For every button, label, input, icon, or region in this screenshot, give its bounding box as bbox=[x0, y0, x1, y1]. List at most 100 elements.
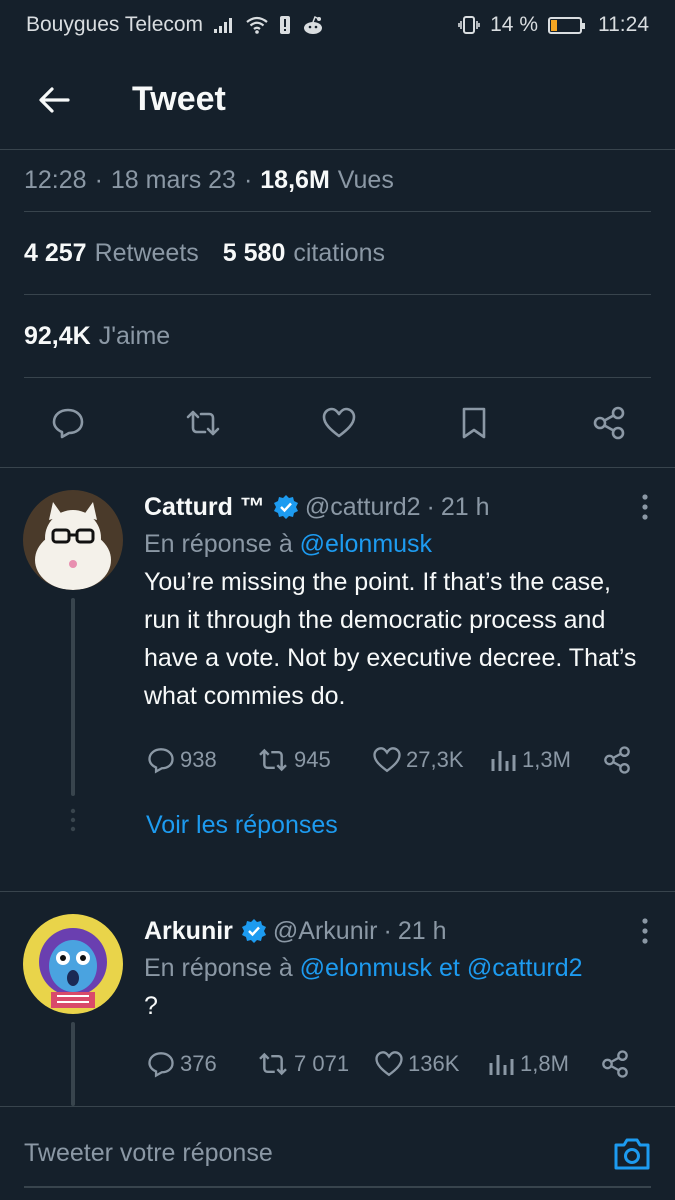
carrier-name: Bouygues Telecom bbox=[26, 13, 204, 36]
views-icon bbox=[491, 751, 516, 771]
like-count-button[interactable]: 27,3K bbox=[372, 746, 490, 774]
more-options-icon[interactable] bbox=[641, 918, 649, 949]
author-name[interactable]: Catturd ™ bbox=[144, 493, 265, 522]
likes-stat[interactable]: 92,4K J'aime bbox=[24, 322, 170, 351]
reply-count: 376 bbox=[180, 1051, 217, 1076]
retweet-count-button[interactable]: 7 071 bbox=[256, 1051, 374, 1077]
signal-icon bbox=[213, 16, 235, 34]
views-count: 1,3M bbox=[522, 747, 571, 772]
reply-icon[interactable] bbox=[48, 403, 88, 443]
like-count: 27,3K bbox=[406, 747, 464, 772]
reply-author-row: Catturd ™ @catturd2 · 21 h bbox=[144, 490, 651, 524]
tweet-meta: 12:28 · 18 mars 23 · 18,6M Vues 4 257 Ret… bbox=[0, 150, 675, 378]
views-count: 1,8M bbox=[520, 1051, 569, 1076]
top-header: Tweet bbox=[0, 50, 675, 150]
tweet-timestamp-line: 12:28 · 18 mars 23 · 18,6M Vues bbox=[24, 150, 651, 212]
replying-to-line: En réponse à @elonmusk bbox=[144, 530, 651, 559]
views-count-button[interactable]: 1,8M bbox=[488, 1051, 598, 1077]
retweet-count: 945 bbox=[294, 747, 331, 772]
share-icon[interactable] bbox=[602, 745, 632, 775]
bookmark-icon[interactable] bbox=[454, 403, 494, 443]
views-count-button[interactable]: 1,3M bbox=[490, 747, 600, 773]
like-icon bbox=[375, 1051, 403, 1077]
quotes-count: 5 580 bbox=[222, 238, 286, 267]
page-title: Tweet bbox=[132, 80, 226, 118]
clock: 11:24 bbox=[598, 13, 649, 36]
retweets-label: Retweets bbox=[94, 238, 199, 267]
separator-dot: · bbox=[426, 492, 435, 521]
author-name[interactable]: Arkunir bbox=[144, 917, 233, 946]
separator-dot: · bbox=[243, 166, 253, 194]
retweet-count: 7 071 bbox=[294, 1051, 350, 1076]
reply-icon bbox=[148, 1052, 174, 1078]
thread-line bbox=[71, 1022, 75, 1106]
author-handle[interactable]: @Arkunir bbox=[273, 917, 378, 946]
reply-count-button[interactable]: 938 bbox=[146, 746, 248, 774]
reply-author-row: Arkunir @Arkunir · 21 h bbox=[144, 914, 651, 948]
like-count-button[interactable]: 136K bbox=[374, 1050, 488, 1078]
reply-engagement-bar: 376 7 071 136K 1,8M bbox=[144, 1029, 651, 1099]
separator-dot: · bbox=[94, 166, 103, 194]
views-icon bbox=[489, 1055, 514, 1075]
reddit-icon bbox=[301, 15, 325, 35]
views-count: 18,6M bbox=[260, 166, 330, 194]
reply-input[interactable]: Tweeter votre réponse bbox=[24, 1139, 613, 1168]
retweet-icon bbox=[259, 1052, 287, 1076]
reply-text: ? bbox=[144, 992, 158, 1020]
camera-icon[interactable] bbox=[613, 1135, 651, 1173]
author-handle[interactable]: @catturd2 bbox=[305, 493, 421, 522]
views-label: Vues bbox=[337, 166, 394, 194]
retweet-icon bbox=[259, 748, 287, 772]
share-icon[interactable] bbox=[600, 1049, 630, 1079]
reply-time: 21 h bbox=[440, 492, 490, 521]
retweet-icon[interactable] bbox=[183, 403, 223, 443]
likes-label: J'aime bbox=[98, 321, 171, 350]
likes-stats: 92,4K J'aime bbox=[24, 295, 651, 378]
reply-text: You’re missing the point. If that’s the … bbox=[144, 568, 637, 710]
retweets-stat[interactable]: 4 257 Retweets bbox=[24, 239, 199, 268]
battery-percent: 14 % bbox=[490, 13, 538, 36]
thread-dots-icon bbox=[70, 808, 76, 832]
tweet-date: 18 mars 23 bbox=[110, 166, 236, 194]
share-icon[interactable] bbox=[589, 403, 629, 443]
mention-link[interactable]: @elonmusk bbox=[300, 954, 432, 982]
replying-to-line: En réponse à @elonmusk et @catturd2 bbox=[144, 954, 651, 983]
vibrate-icon bbox=[458, 15, 480, 35]
retweet-count-button[interactable]: 945 bbox=[256, 747, 370, 773]
replying-prefix: En réponse à bbox=[144, 954, 293, 982]
mention-link[interactable]: @catturd2 bbox=[467, 954, 583, 982]
quotes-label: citations bbox=[293, 238, 386, 267]
reply-time: 21 h bbox=[397, 916, 447, 945]
more-options-icon[interactable] bbox=[641, 494, 649, 525]
reply-count-button[interactable]: 376 bbox=[146, 1050, 248, 1078]
show-replies-link[interactable]: Voir les réponses bbox=[146, 795, 651, 855]
separator-dot: · bbox=[383, 916, 392, 945]
tweet-action-bar bbox=[0, 378, 675, 468]
like-icon[interactable] bbox=[319, 403, 359, 443]
reply-engagement-bar: 938 945 27,3K 1,3M bbox=[144, 725, 651, 795]
notification-alert-icon bbox=[279, 15, 291, 35]
replying-joiner: et bbox=[439, 954, 460, 982]
verified-badge-icon bbox=[273, 494, 299, 520]
likes-count: 92,4K bbox=[24, 321, 91, 350]
verified-badge-icon bbox=[241, 918, 267, 944]
arrow-left-icon[interactable] bbox=[34, 80, 74, 120]
status-bar: Bouygues Telecom 14 % 11:24 bbox=[0, 0, 675, 50]
tweet-time: 12:28 bbox=[24, 166, 87, 194]
avatar[interactable] bbox=[23, 490, 123, 590]
reply-icon bbox=[148, 748, 174, 774]
like-count: 136K bbox=[408, 1051, 460, 1076]
retweet-quote-stats: 4 257 Retweets 5 580 citations bbox=[24, 212, 651, 295]
reply-composer: Tweeter votre réponse bbox=[0, 1106, 675, 1200]
avatar[interactable] bbox=[23, 914, 123, 1014]
composer-underline bbox=[24, 1186, 651, 1188]
like-icon bbox=[373, 747, 401, 773]
quotes-stat[interactable]: 5 580 citations bbox=[223, 239, 385, 268]
reply-count: 938 bbox=[180, 747, 217, 772]
retweets-count: 4 257 bbox=[24, 238, 87, 267]
reply-tweet[interactable]: Arkunir @Arkunir · 21 h En réponse à @el… bbox=[0, 892, 675, 1106]
mention-link[interactable]: @elonmusk bbox=[300, 530, 432, 558]
reply-tweet[interactable]: Catturd ™ @catturd2 · 21 h En réponse à … bbox=[0, 468, 675, 892]
replying-prefix: En réponse à bbox=[144, 530, 293, 558]
wifi-icon bbox=[245, 15, 269, 35]
